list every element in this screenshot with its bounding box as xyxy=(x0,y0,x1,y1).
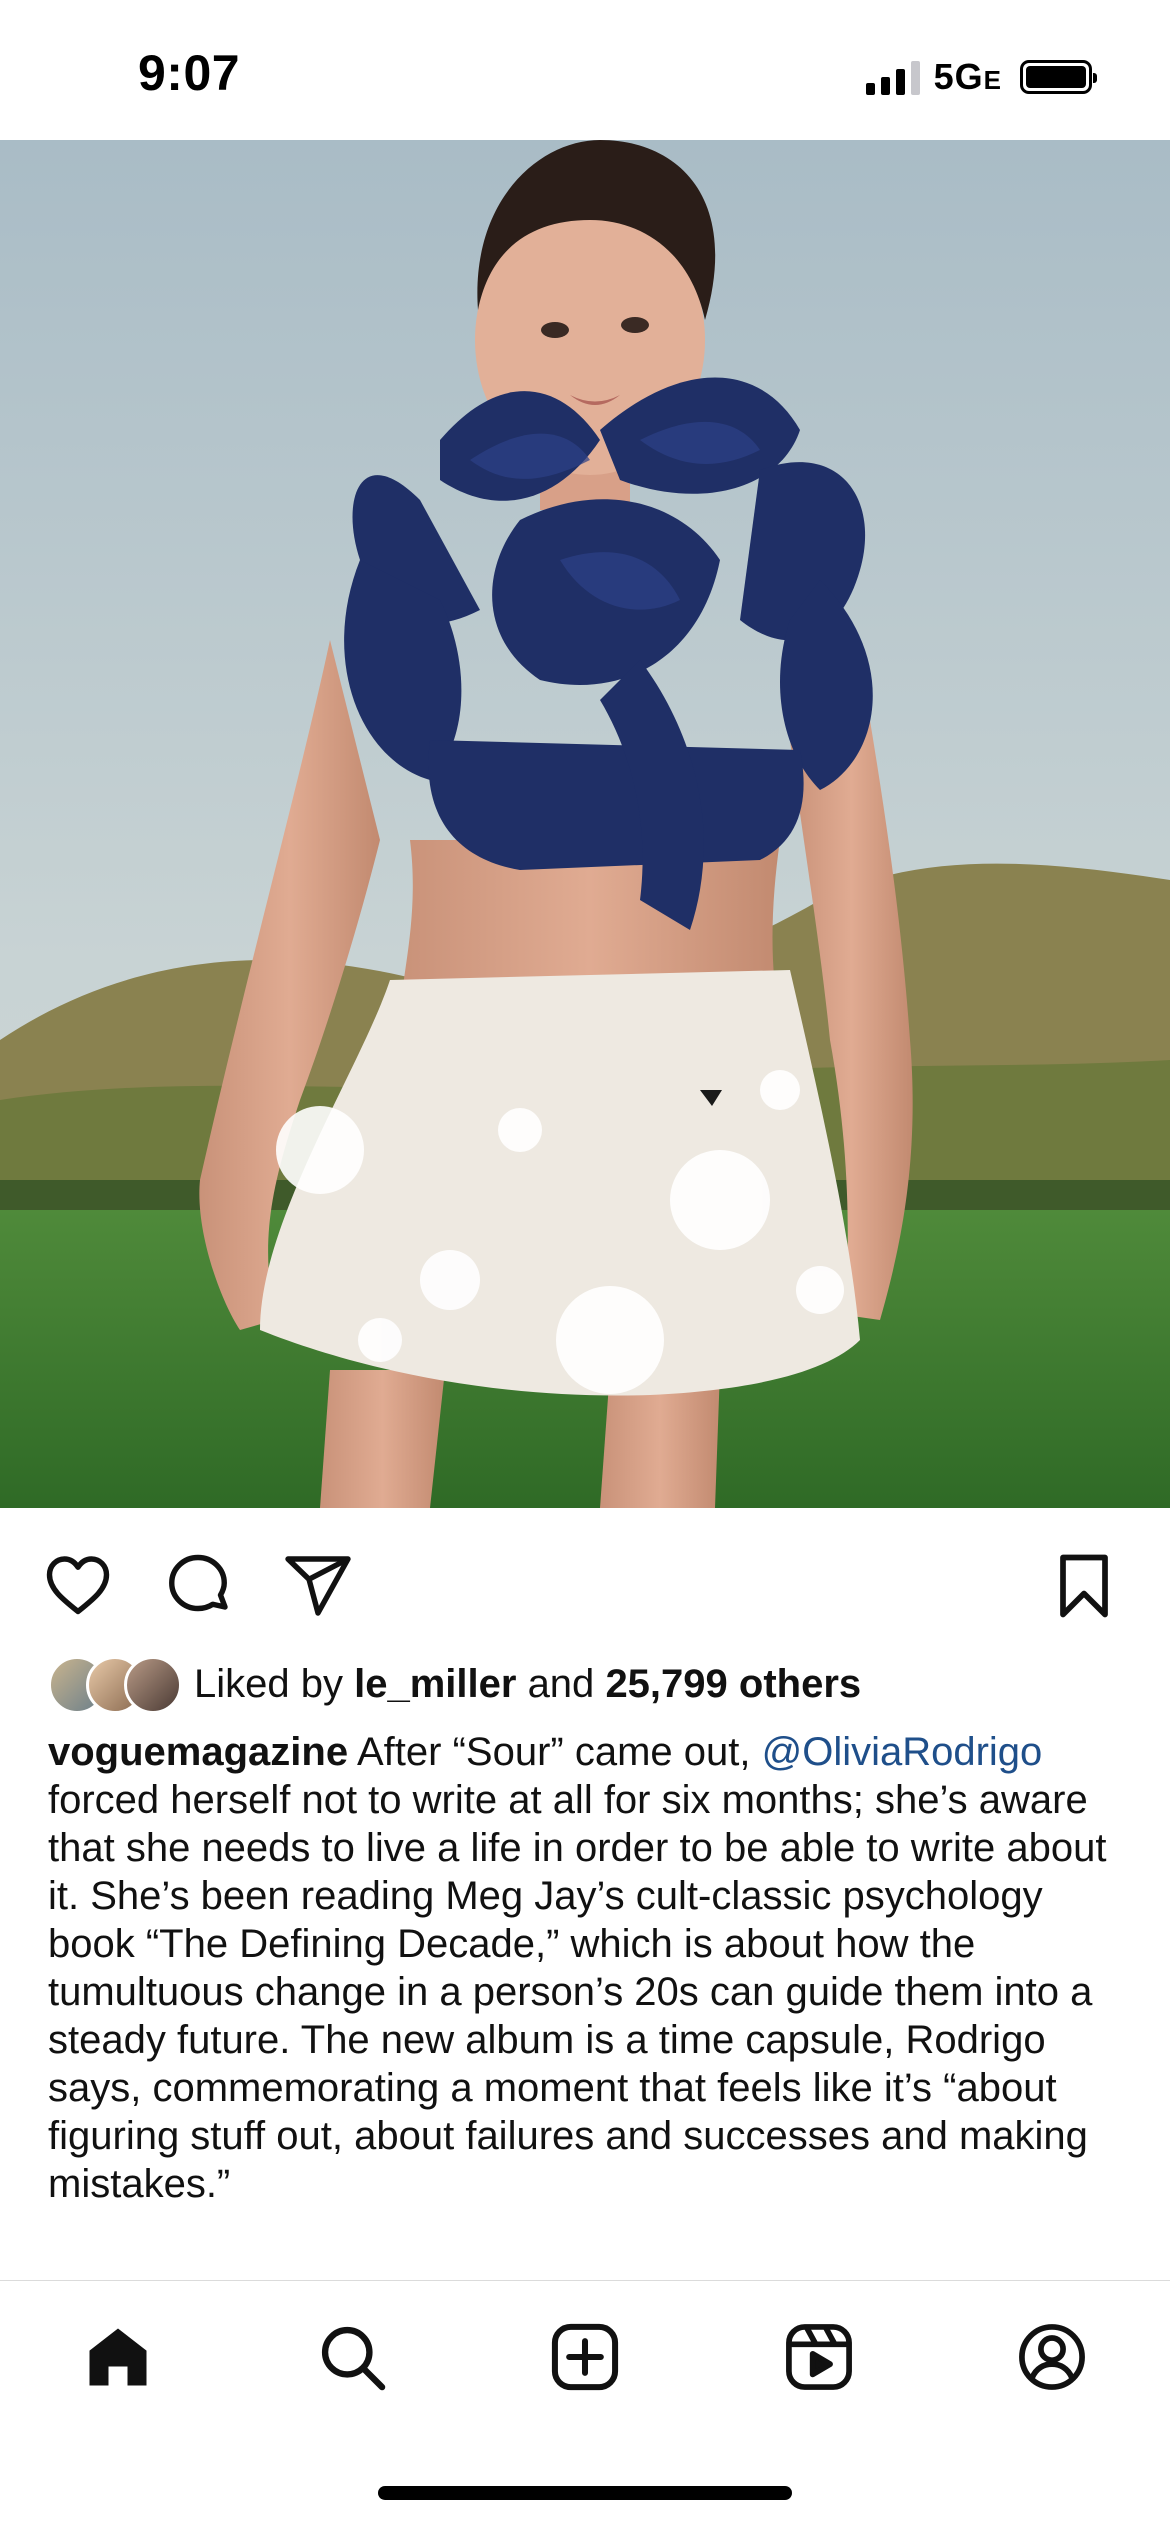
bottom-tab-bar xyxy=(0,2280,1170,2453)
status-bar: 9:07 5GE xyxy=(0,0,1170,140)
caption-text: After “Sour” came out, xyxy=(356,1730,751,1774)
likes-count[interactable]: 25,799 others xyxy=(605,1662,861,1706)
home-icon[interactable] xyxy=(78,2317,158,2397)
status-time: 9:07 xyxy=(138,45,241,101)
profile-icon[interactable] xyxy=(1012,2317,1092,2397)
battery-icon xyxy=(1020,60,1097,94)
caption-username[interactable]: voguemagazine xyxy=(48,1730,348,1774)
avatar xyxy=(124,1656,182,1714)
post-caption: voguemagazine After “Sour” came out, @Ol… xyxy=(48,1728,1128,2208)
status-indicators: 5GE xyxy=(865,56,1097,98)
reels-icon[interactable] xyxy=(779,2317,859,2397)
home-indicator[interactable] xyxy=(378,2486,792,2500)
comment-icon[interactable] xyxy=(160,1548,236,1624)
heart-icon[interactable] xyxy=(40,1548,116,1624)
likes-row[interactable]: Liked by le_miller and 25,799 others xyxy=(48,1652,861,1716)
create-icon[interactable] xyxy=(545,2317,625,2397)
liker-username[interactable]: le_miller xyxy=(354,1662,516,1706)
caption-text: forced herself not to write at all for s… xyxy=(48,1778,1107,2206)
cellular-signal-icon xyxy=(865,59,920,95)
search-icon[interactable] xyxy=(312,2317,392,2397)
post-photo[interactable] xyxy=(0,140,1170,1508)
liker-avatars xyxy=(48,1656,182,1714)
paper-plane-icon[interactable] xyxy=(280,1548,356,1624)
post-actions xyxy=(0,1508,1170,1654)
caption-mention[interactable]: @OliviaRodrigo xyxy=(762,1730,1043,1774)
likes-text: Liked by le_miller and 25,799 others xyxy=(194,1661,862,1706)
bookmark-icon[interactable] xyxy=(1046,1548,1122,1624)
network-type: 5GE xyxy=(933,56,1002,97)
